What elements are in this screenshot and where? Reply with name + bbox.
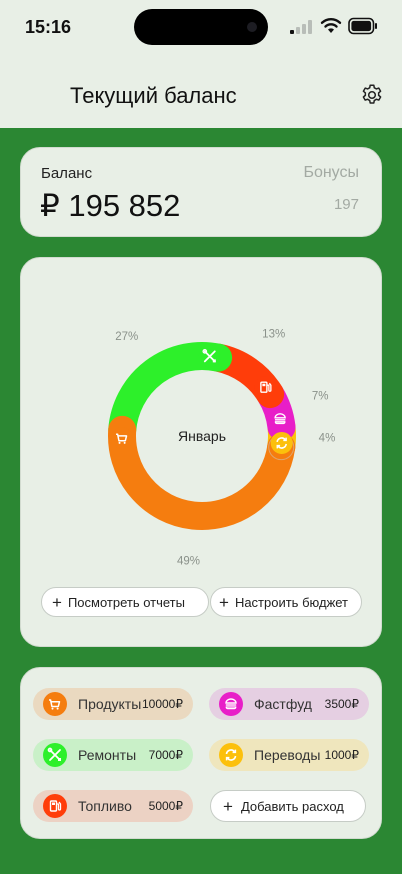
expense-name: Топливо	[78, 798, 132, 814]
expense-pill-fastfood[interactable]: Фастфуд 3500₽	[209, 688, 369, 720]
donut-chart: 49% 27% 13% 7% 4% Январь	[108, 329, 336, 567]
transfer-icon	[219, 743, 243, 767]
fuel-icon	[254, 376, 277, 399]
page-title: Текущий баланс	[70, 83, 237, 108]
add-expense-button[interactable]: + Добавить расход	[210, 790, 366, 822]
expense-name: Фастфуд	[254, 696, 312, 712]
cart-icon	[111, 427, 134, 450]
plus-icon: +	[223, 796, 233, 816]
donut-slice-repairs[interactable]	[108, 342, 233, 444]
tools-icon	[198, 345, 221, 368]
percent-label-products: 49%	[177, 555, 200, 567]
cart-icon	[43, 692, 67, 716]
expense-name: Переводы	[254, 747, 321, 763]
expense-amount: 10000₽	[141, 697, 183, 711]
balance-value: ₽ 195 852	[40, 188, 181, 223]
status-time: 15:16	[25, 17, 72, 37]
expense-name: Продукты	[78, 696, 142, 712]
tools-icon	[43, 743, 67, 767]
plus-icon: +	[219, 592, 229, 612]
percent-label-repairs: 27%	[115, 331, 138, 343]
burger-icon	[269, 407, 292, 430]
setup-budget-button[interactable]: + Настроить бюджет	[210, 587, 362, 617]
donut-center-label: Январь	[178, 428, 226, 444]
expense-amount: 5000₽	[148, 799, 183, 813]
expense-amount: 3500₽	[324, 697, 359, 711]
gear-icon[interactable]	[360, 83, 384, 107]
expense-name: Ремонты	[78, 747, 137, 763]
camera-dot	[247, 22, 257, 32]
plus-icon: +	[52, 592, 62, 612]
percent-label-transfers: 4%	[319, 433, 336, 445]
percent-label-fuel: 13%	[262, 329, 285, 341]
bonus-label: Бонусы	[303, 164, 359, 181]
status-bar: 15:16	[0, 0, 402, 62]
chart-card: 49% 27% 13% 7% 4% Январь + Посмотреть отчеты …	[20, 257, 382, 647]
expense-pill-repairs[interactable]: Ремонты 7000₽	[33, 739, 193, 771]
wifi-icon	[320, 18, 342, 33]
balance-label: Баланс	[41, 165, 93, 182]
expense-pill-products[interactable]: Продукты 10000₽	[33, 688, 193, 720]
balance-card: Баланс ₽ 195 852 Бонусы 197	[20, 147, 382, 237]
view-reports-button[interactable]: + Посмотреть отчеты	[41, 587, 209, 617]
percent-label-fastfood: 7%	[312, 390, 329, 402]
transfer-icon	[270, 431, 293, 454]
battery-icon	[348, 17, 377, 35]
expense-amount: 7000₽	[148, 748, 183, 762]
dynamic-island	[134, 9, 268, 45]
header: Текущий баланс	[0, 62, 402, 128]
expenses-card: Продукты 10000₽ Фастфуд 3500₽ Ремонты 70…	[20, 667, 382, 839]
view-reports-label: Посмотреть отчеты	[67, 594, 185, 610]
setup-budget-label: Настроить бюджет	[234, 594, 349, 610]
add-expense-label: Добавить расход	[240, 798, 344, 814]
signal-icon	[290, 20, 312, 34]
burger-icon	[219, 692, 243, 716]
fuel-icon	[43, 794, 67, 818]
bonus-value: 197	[333, 196, 359, 213]
expense-pill-fuel[interactable]: Топливо 5000₽	[33, 790, 193, 822]
expense-pill-transfers[interactable]: Переводы 1000₽	[209, 739, 369, 771]
expense-amount: 1000₽	[324, 748, 359, 762]
